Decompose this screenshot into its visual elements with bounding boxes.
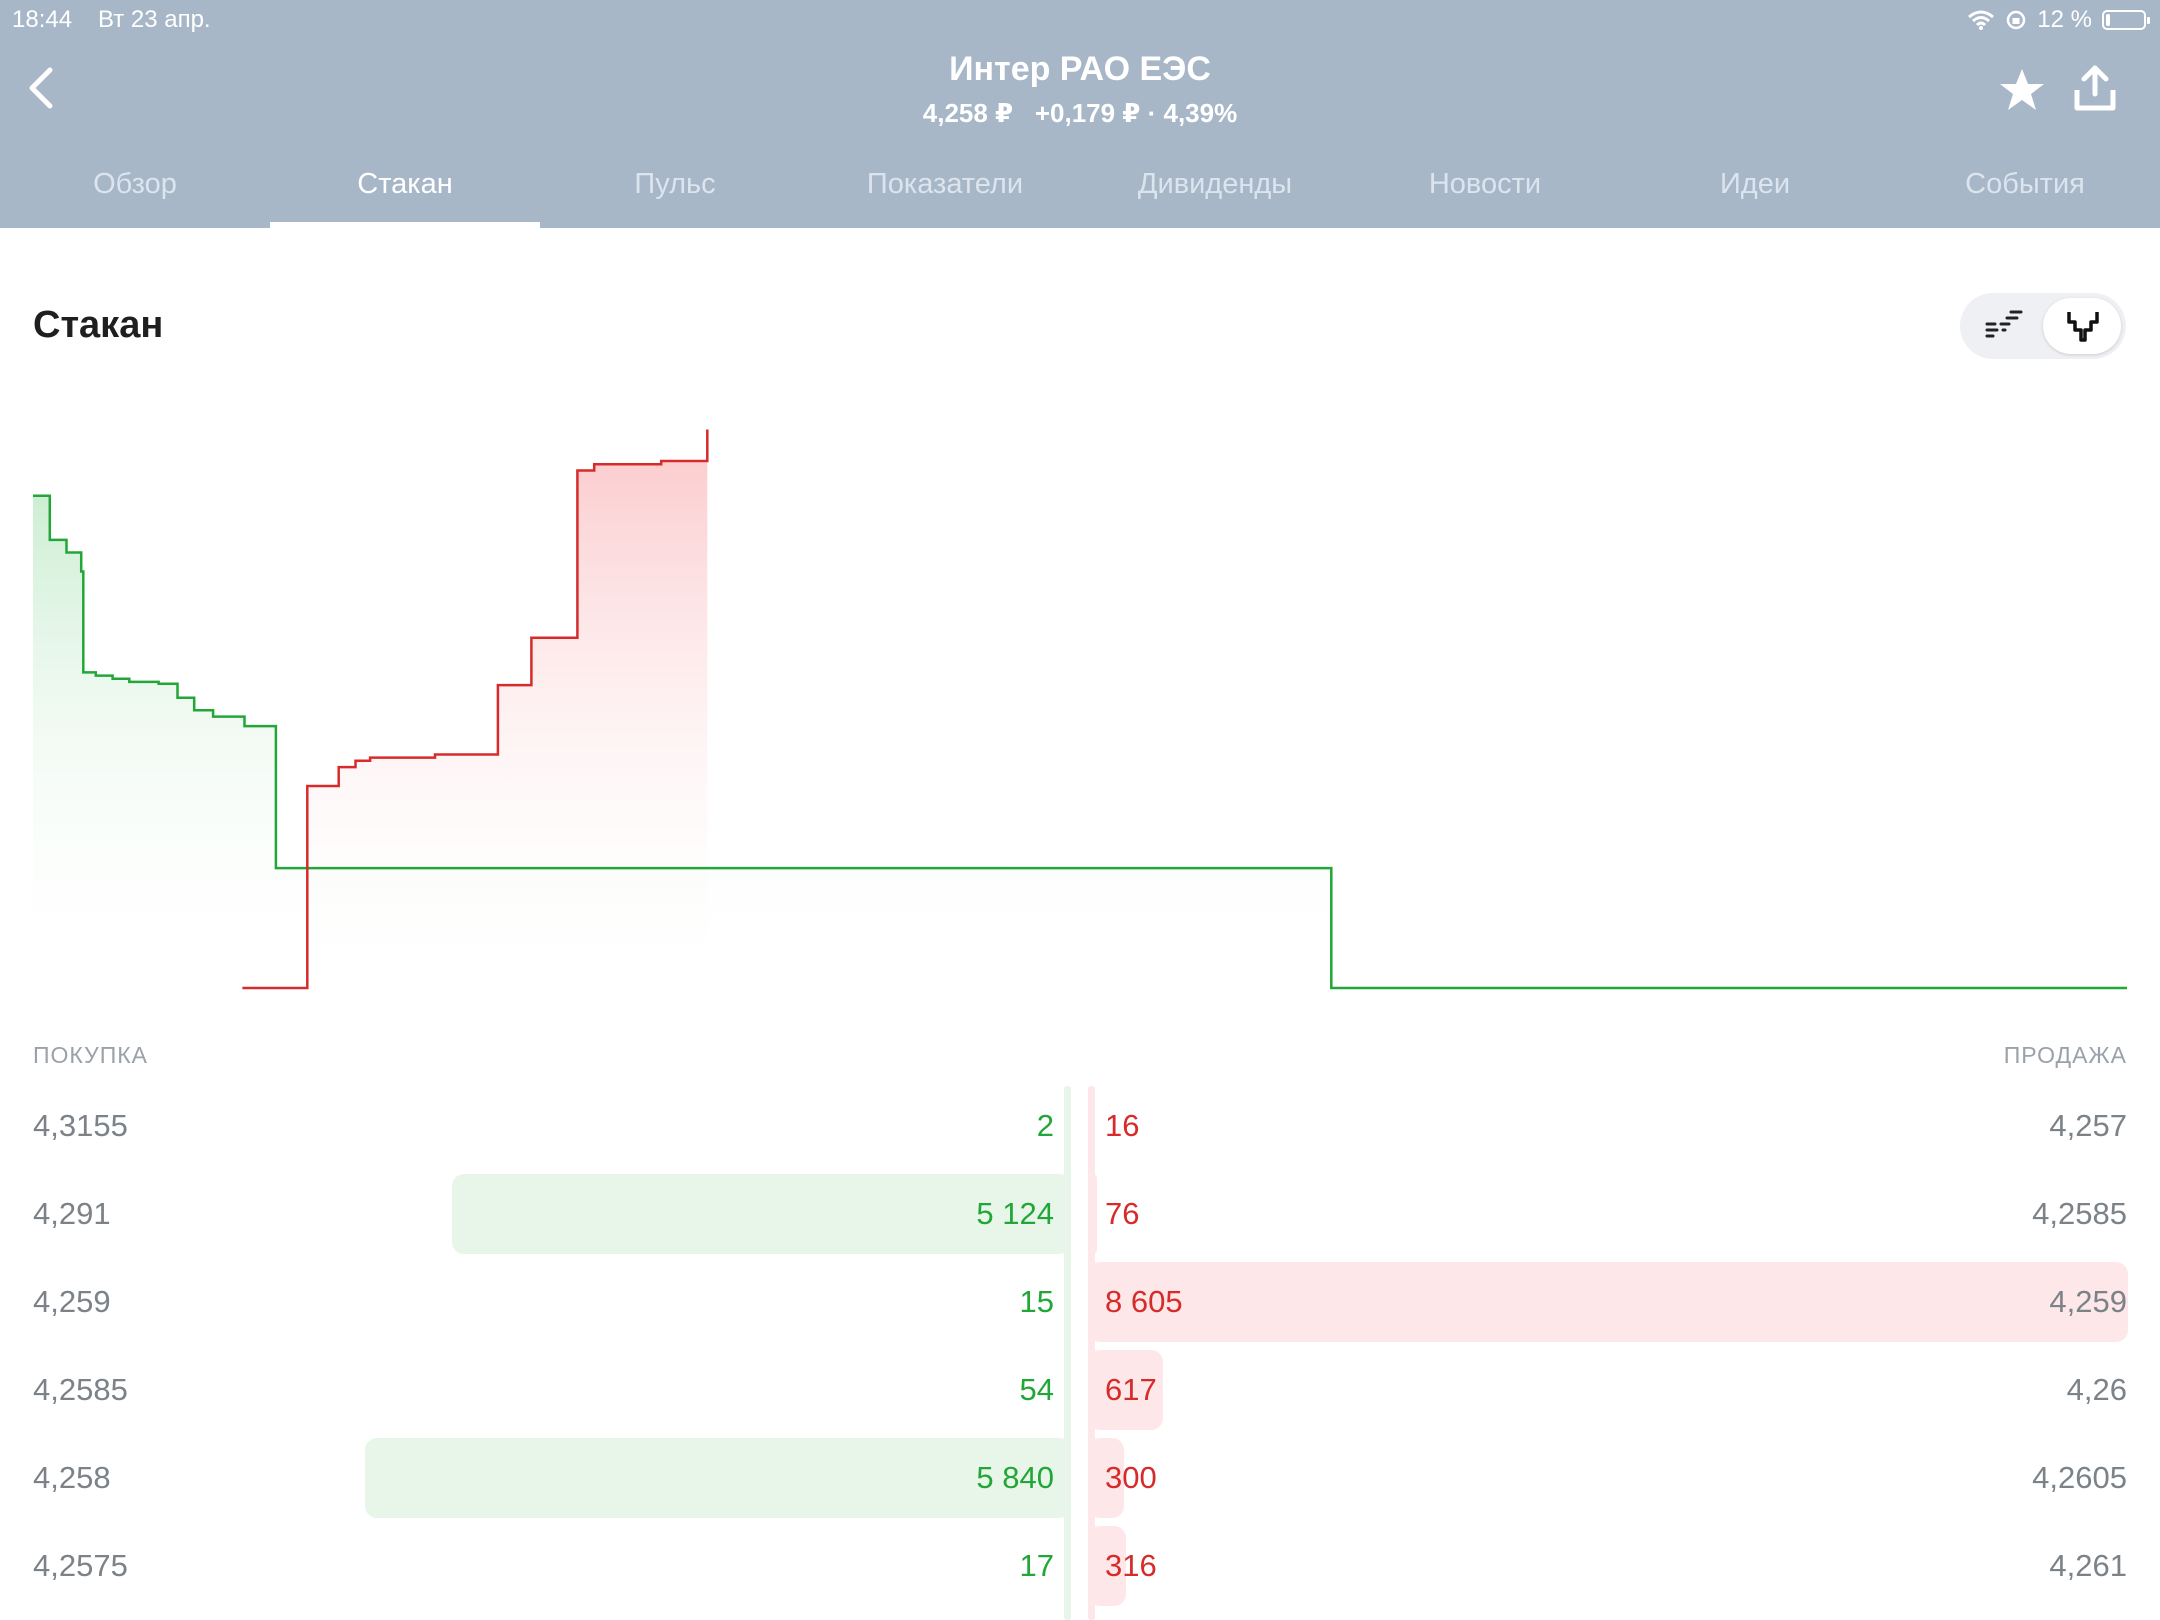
- status-bar: 18:44 Вт 23 апр. 12 %: [0, 0, 2160, 40]
- status-date: Вт 23 апр.: [98, 6, 211, 33]
- bid-price: 4,258: [33, 1460, 111, 1495]
- order-book-row[interactable]: 4,291 5 124 76 4,2585: [0, 1174, 2160, 1254]
- app-header: 18:44 Вт 23 апр. 12 % Интер РАО ЕЭС 4,25…: [0, 0, 2160, 228]
- star-icon[interactable]: [1998, 66, 2046, 114]
- order-book-row[interactable]: 4,3155 2 16 4,257: [0, 1086, 2160, 1166]
- tab-pulse[interactable]: Пульс: [540, 168, 810, 201]
- tab-indicators[interactable]: Показатели: [810, 168, 1080, 201]
- ask-price: 4,259: [2049, 1284, 2127, 1319]
- bid-price: 4,291: [33, 1196, 111, 1231]
- bid-quantity: 17: [1019, 1548, 1054, 1583]
- bid-price: 4,259: [33, 1284, 111, 1319]
- bid-volume-bar: [1065, 1086, 1071, 1166]
- ask-price: 4,26: [2066, 1372, 2127, 1407]
- ask-price: 4,257: [2049, 1108, 2127, 1143]
- price-change: +0,179 ₽ · 4,39%: [1034, 98, 1238, 128]
- bid-quantity: 54: [1019, 1372, 1054, 1407]
- ask-quantity: 76: [1105, 1196, 1140, 1231]
- tab-bar: Обзор Стакан Пульс Показатели Дивиденды …: [0, 150, 2160, 228]
- ask-price: 4,261: [2049, 1548, 2127, 1583]
- instrument-title: Интер РАО ЕЭС: [949, 50, 1211, 88]
- bid-quantity: 5 840: [976, 1460, 1054, 1495]
- bid-price: 4,3155: [33, 1108, 128, 1143]
- current-price: 4,258 ₽: [922, 98, 1014, 128]
- orientation-lock-icon: [2007, 10, 2026, 30]
- ask-volume-bar: [1088, 1086, 1094, 1166]
- price-line: 4,258 ₽ +0,179 ₽ · 4,39%: [0, 98, 2160, 129]
- depth-chart-icon: [2067, 312, 2099, 342]
- status-right: 12 %: [1967, 6, 2150, 34]
- ask-quantity: 617: [1105, 1372, 1157, 1407]
- ask-quantity: 16: [1105, 1108, 1140, 1143]
- ask-quantity: 300: [1105, 1460, 1157, 1495]
- section-title: Стакан: [33, 304, 164, 346]
- share-icon[interactable]: [2072, 64, 2118, 114]
- bid-quantity: 2: [1036, 1108, 1054, 1143]
- toggle-list-view[interactable]: [1965, 298, 2043, 354]
- ask-price: 4,2585: [2032, 1196, 2127, 1231]
- tab-news[interactable]: Новости: [1350, 168, 1620, 201]
- active-tab-indicator: [270, 222, 540, 228]
- tab-ideas[interactable]: Идеи: [1620, 168, 1890, 201]
- tab-dividends[interactable]: Дивиденды: [1080, 168, 1350, 201]
- bid-quantity: 15: [1019, 1284, 1054, 1319]
- list-view-icon: [1985, 310, 2023, 338]
- order-book-row[interactable]: 4,2585 54 617 4,26: [0, 1350, 2160, 1430]
- order-book-row[interactable]: 4,258 5 840 300 4,2605: [0, 1438, 2160, 1518]
- battery-percent: 12 %: [2037, 6, 2092, 33]
- status-time: 18:44: [12, 6, 73, 33]
- depth-chart: [33, 429, 2127, 990]
- buy-column-header: ПОКУПКА: [33, 1042, 148, 1068]
- bid-quantity: 5 124: [976, 1196, 1054, 1231]
- bid-volume-bar: [1065, 1262, 1071, 1342]
- ask-quantity: 316: [1105, 1548, 1157, 1583]
- bid-volume-bar: [1065, 1526, 1071, 1606]
- ask-quantity: 8 605: [1105, 1284, 1183, 1319]
- tab-overview[interactable]: Обзор: [0, 168, 270, 201]
- order-book-row[interactable]: 4,259 15 8 605 4,259: [0, 1262, 2160, 1342]
- tab-events[interactable]: События: [1890, 168, 2160, 201]
- ask-volume-bar: [1088, 1262, 2128, 1342]
- ask-price: 4,2605: [2032, 1460, 2127, 1495]
- battery-icon: [2102, 10, 2150, 30]
- ask-volume-bar: [1088, 1174, 1098, 1254]
- wifi-icon: [1968, 10, 1995, 30]
- tab-orderbook[interactable]: Стакан: [270, 168, 540, 201]
- order-book-row[interactable]: 4,2575 17 316 4,261: [0, 1526, 2160, 1606]
- bid-volume-bar: [365, 1438, 1071, 1518]
- sell-column-header: ПРОДАЖА: [2003, 1042, 2127, 1068]
- bid-price: 4,2575: [33, 1548, 128, 1583]
- ask-depth-area: [242, 429, 708, 988]
- toggle-depth-chart-view[interactable]: [2043, 298, 2121, 354]
- bid-price: 4,2585: [33, 1372, 128, 1407]
- bid-volume-bar: [1064, 1350, 1071, 1430]
- view-toggle: [1960, 293, 2126, 359]
